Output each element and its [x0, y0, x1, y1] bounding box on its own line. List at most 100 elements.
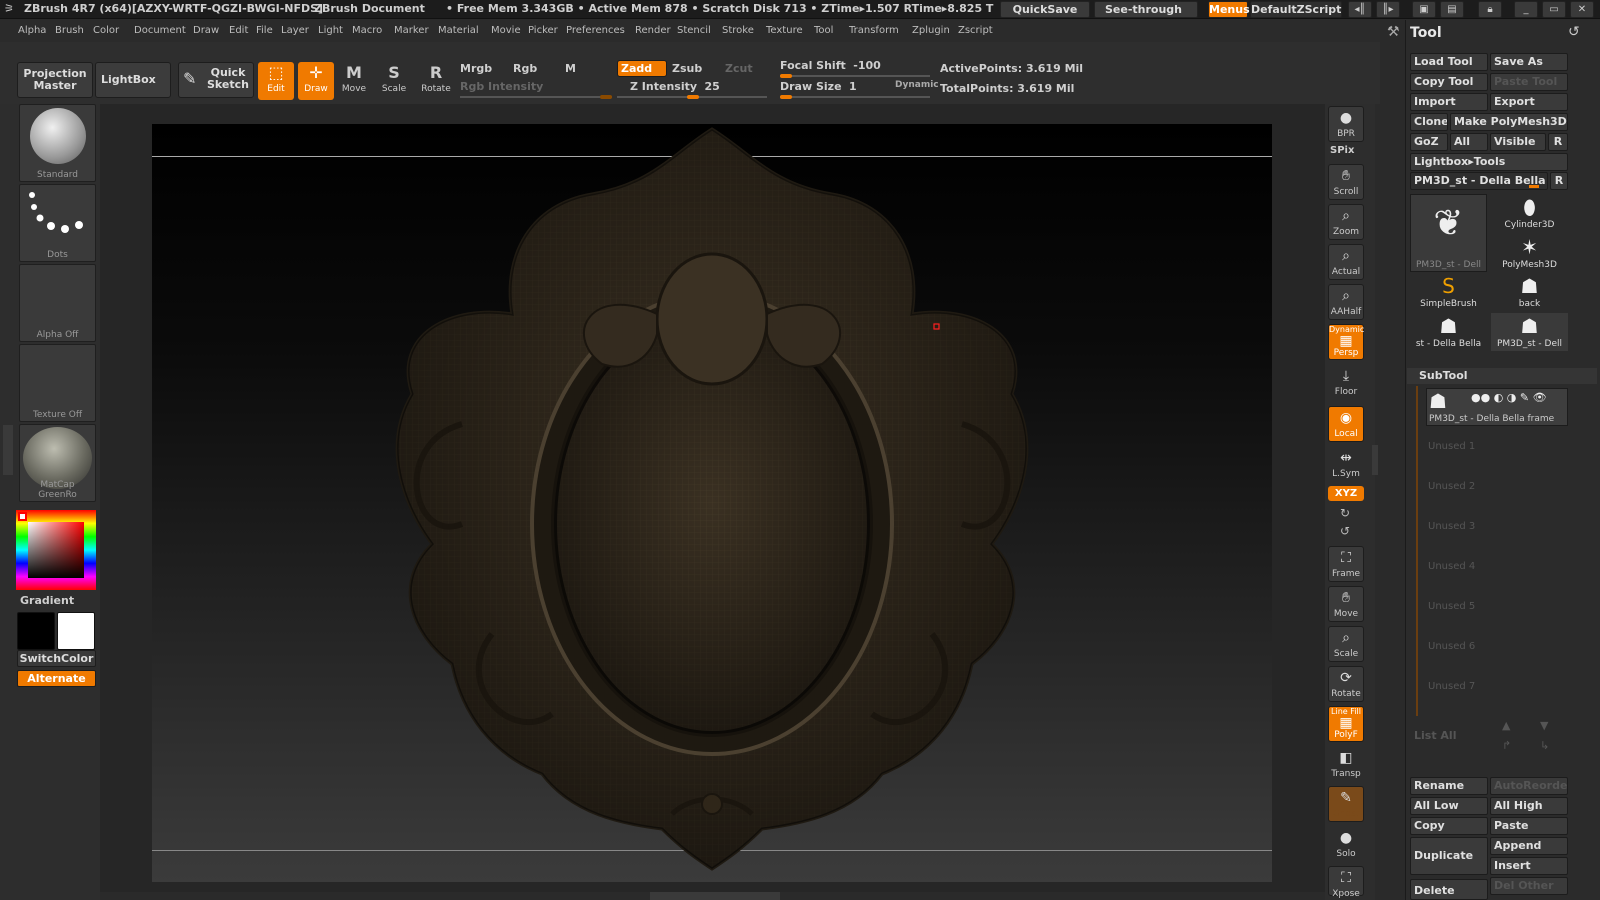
gradient-label[interactable]: Gradient: [20, 594, 74, 607]
paste-tool-button[interactable]: Paste Tool: [1490, 73, 1568, 91]
tool-tile-della-bella[interactable]: ☗ st - Della Bella: [1410, 313, 1487, 351]
secondary-color-swatch[interactable]: [57, 612, 95, 650]
rename-button[interactable]: Rename: [1410, 777, 1488, 795]
menu-zscript[interactable]: Zscript: [958, 25, 993, 36]
subtool-slot-2[interactable]: Unused 2: [1428, 481, 1475, 492]
subtool-scrollbar[interactable]: [1416, 386, 1418, 716]
quicksave-button[interactable]: QuickSave: [1000, 1, 1090, 18]
z-intensity-track[interactable]: [617, 95, 767, 99]
edit-button[interactable]: ⬚ Edit: [258, 62, 294, 100]
dynamic-toggle[interactable]: Dynamic: [895, 80, 939, 90]
rgb-intensity-track[interactable]: [460, 95, 612, 99]
autoreorder-button[interactable]: AutoReorder: [1490, 777, 1568, 795]
close-icon[interactable]: ✕: [1570, 1, 1594, 18]
switchcolor-button[interactable]: SwitchColor: [17, 650, 96, 667]
all-low-button[interactable]: All Low: [1410, 797, 1488, 815]
subtool-slot-3[interactable]: Unused 3: [1428, 521, 1475, 532]
solo-button[interactable]: ● Solo: [1328, 826, 1364, 862]
subtool-slot-6[interactable]: Unused 6: [1428, 641, 1475, 652]
color-picker[interactable]: [16, 510, 96, 590]
subtool-toggle-icons[interactable]: ●● ◐ ◑ ✎ 👁︎: [1471, 391, 1547, 404]
tool-tile-simplebrush[interactable]: S SimpleBrush: [1410, 273, 1487, 311]
subtool-slot-4[interactable]: Unused 4: [1428, 561, 1475, 572]
lock-icon[interactable]: 🔒︎: [1478, 1, 1502, 18]
zsub-button[interactable]: Zsub: [672, 62, 702, 75]
local-button[interactable]: ◉ Local: [1328, 406, 1364, 442]
alpha-thumbnail[interactable]: Alpha Off: [19, 264, 96, 342]
menu-zplugin[interactable]: Zplugin: [912, 25, 950, 36]
rotate-y-icon[interactable]: ↻: [1340, 506, 1350, 520]
subtool-item-active[interactable]: ☗ ●● ◐ ◑ ✎ 👁︎ PM3D_st - Della Bella fram…: [1426, 388, 1568, 426]
menu-stroke[interactable]: Stroke: [722, 25, 754, 36]
menu-texture[interactable]: Texture: [766, 25, 803, 36]
tool-tile-back[interactable]: ☗ back: [1491, 273, 1568, 311]
clone-button[interactable]: Clone: [1410, 113, 1448, 131]
brush-thumbnail[interactable]: Standard: [19, 104, 96, 182]
menu-tool[interactable]: Tool: [814, 25, 833, 36]
subtool-slot-7[interactable]: Unused 7: [1428, 681, 1475, 692]
goz-r-button[interactable]: R: [1548, 133, 1568, 151]
rgb-intensity-slider[interactable]: Rgb Intensity: [460, 80, 543, 93]
goz-all-button[interactable]: All: [1450, 133, 1488, 151]
texture-thumbnail[interactable]: Texture Off: [19, 344, 96, 422]
rgb-button[interactable]: Rgb: [513, 62, 537, 75]
menu-alpha[interactable]: Alpha: [18, 25, 46, 36]
duplicate-button[interactable]: Duplicate: [1410, 837, 1488, 875]
tool-tile-polymesh3d[interactable]: ✶ PolyMesh3D: [1491, 234, 1568, 272]
layout-icon[interactable]: ▣: [1412, 1, 1436, 18]
reset-icon[interactable]: ↺: [1568, 24, 1580, 40]
xpose-button[interactable]: ⛶ Xpose: [1328, 866, 1364, 899]
goz-visible-button[interactable]: Visible: [1490, 133, 1546, 151]
saturation-square[interactable]: [28, 522, 84, 578]
move-up-arrow-icon[interactable]: ▲: [1502, 719, 1510, 732]
scale-button[interactable]: S Scale: [376, 62, 412, 100]
left-collapse-icon[interactable]: [3, 425, 13, 475]
lightbox-button[interactable]: LightBox: [95, 62, 171, 98]
projection-master-button[interactable]: Projection Master: [17, 62, 93, 98]
goz-button[interactable]: GoZ: [1410, 133, 1448, 151]
menu-light[interactable]: Light: [318, 25, 343, 36]
copy-tool-button[interactable]: Copy Tool: [1410, 73, 1488, 91]
polyf-button[interactable]: Line Fill ▦ PolyF: [1328, 706, 1364, 742]
right-collapse-icon[interactable]: [1372, 445, 1378, 475]
zoom-button[interactable]: ⌕ Zoom: [1328, 204, 1364, 240]
lightbox-tools-button[interactable]: Lightbox▸Tools: [1410, 153, 1568, 171]
scale-view-button[interactable]: ⌕ Scale: [1328, 626, 1364, 662]
subtool-slot-1[interactable]: Unused 1: [1428, 441, 1475, 452]
see-through-slider[interactable]: See-through 0: [1094, 1, 1198, 31]
menus-button[interactable]: Menus: [1208, 1, 1250, 18]
move-down-arrow-icon[interactable]: ▼: [1540, 719, 1548, 732]
maximize-icon[interactable]: ▭: [1542, 1, 1566, 18]
tool-tile-pm3d-alt[interactable]: ☗ PM3D_st - Dell: [1491, 313, 1568, 351]
move-button[interactable]: M Move: [336, 62, 372, 100]
draw-size-slider[interactable]: Draw Size 1: [780, 80, 857, 93]
persp-button[interactable]: Dynamic ▦ Persp: [1328, 324, 1364, 360]
transp-button[interactable]: ◧ Transp: [1328, 746, 1364, 782]
lsym-button[interactable]: ⇹ L.Sym: [1328, 446, 1364, 482]
load-tool-button[interactable]: Load Tool: [1410, 53, 1488, 71]
current-tool-slider[interactable]: PM3D_st - Della Bella: [1410, 172, 1548, 190]
zadd-button[interactable]: Zadd: [617, 60, 667, 77]
menu-color[interactable]: Color: [93, 25, 119, 36]
focal-shift-track[interactable]: [780, 74, 930, 78]
move-up-right-icon[interactable]: ↱: [1502, 739, 1511, 752]
copy-subtool-button[interactable]: Copy: [1410, 817, 1488, 835]
alternate-button[interactable]: Alternate: [17, 670, 96, 687]
mrgb-button[interactable]: Mrgb: [460, 62, 492, 75]
append-button[interactable]: Append: [1490, 837, 1568, 855]
menu-draw[interactable]: Draw: [193, 25, 219, 36]
move-view-button[interactable]: ✋︎ Move: [1328, 586, 1364, 622]
all-high-button[interactable]: All High: [1490, 797, 1568, 815]
menu-preferences[interactable]: Preferences: [566, 25, 625, 36]
save-as-button[interactable]: Save As: [1490, 53, 1568, 71]
menu-render[interactable]: Render: [635, 25, 671, 36]
quick-sketch-button[interactable]: ✎ Quick Sketch: [178, 62, 254, 98]
bottom-tray-handle[interactable]: [650, 892, 780, 900]
subtool-slot-5[interactable]: Unused 5: [1428, 601, 1475, 612]
draw-button[interactable]: ✛ Draw: [298, 62, 334, 100]
draw-size-track[interactable]: [780, 95, 930, 99]
z-intensity-slider[interactable]: Z Intensity 25: [630, 80, 720, 93]
rotate-view-button[interactable]: ⟳ Rotate: [1328, 666, 1364, 702]
layout-alt-icon[interactable]: ▤: [1440, 1, 1464, 18]
menu-macro[interactable]: Macro: [352, 25, 382, 36]
